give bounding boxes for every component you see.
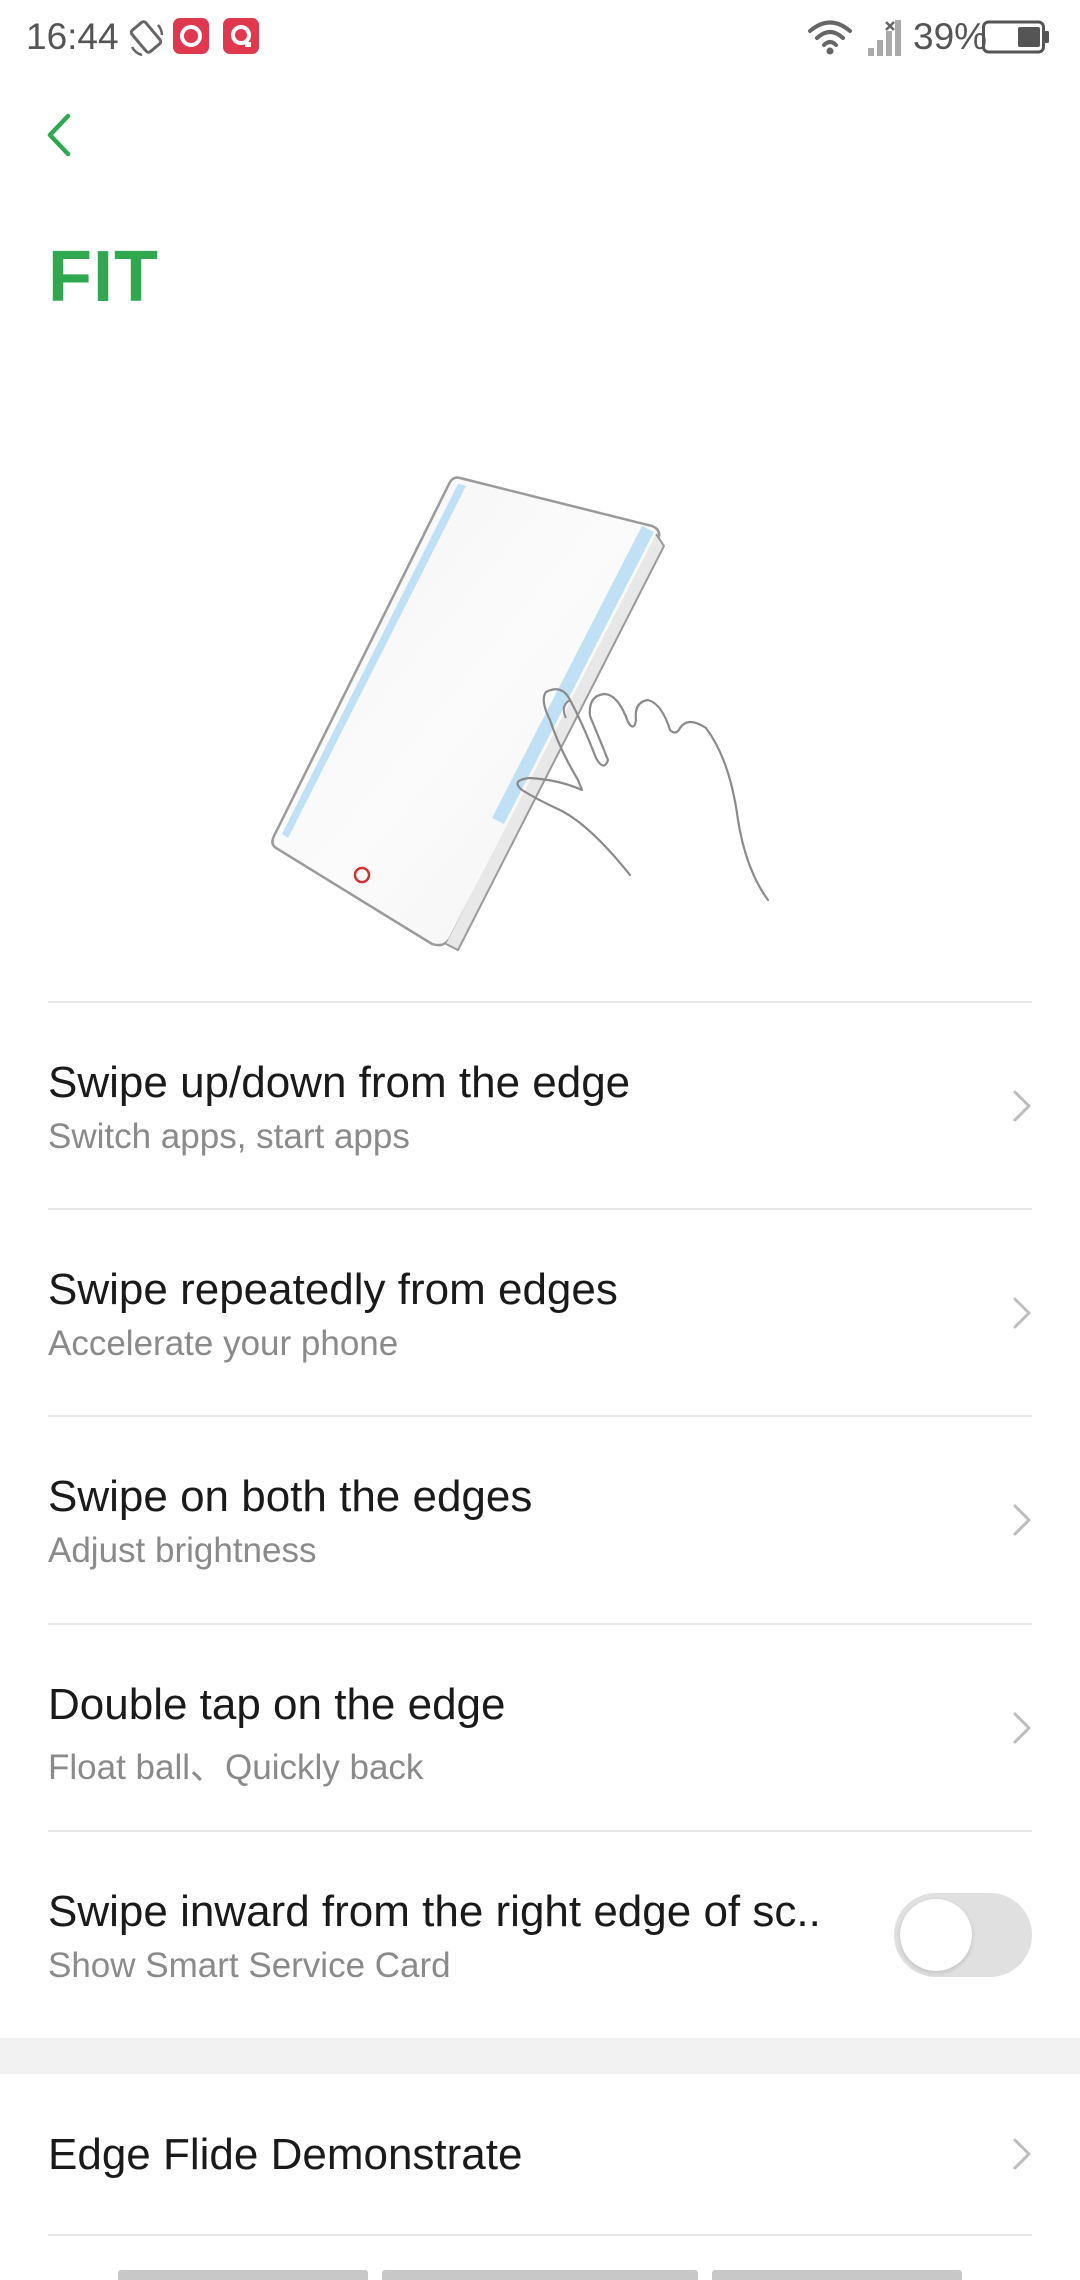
rotation-lock-icon: [128, 17, 164, 62]
section-gap: [0, 2038, 1080, 2074]
bottom-tab-hint: [118, 2270, 368, 2280]
chevron-right-icon: [1013, 1504, 1031, 1536]
divider: [48, 2234, 1032, 2236]
setting-swipe-repeatedly[interactable]: Swipe repeatedly from edges Accelerate y…: [0, 1209, 1080, 1415]
status-time: 16:44: [26, 16, 119, 57]
bottom-tab-hint: [712, 2270, 962, 2280]
phone-edge-swipe-illustration: [260, 460, 820, 960]
chevron-right-icon: [1013, 2138, 1031, 2170]
chevron-right-icon: [1013, 1297, 1031, 1329]
chevron-left-icon: [47, 113, 71, 157]
battery-icon: [982, 20, 1050, 59]
setting-subtitle: Show Smart Service Card: [48, 1946, 451, 1985]
toggle-knob: [900, 1899, 972, 1971]
setting-title: Double tap on the edge: [48, 1680, 506, 1729]
setting-title: Swipe inward from the right edge of sc..: [48, 1887, 821, 1936]
smart-service-card-toggle[interactable]: [894, 1893, 1032, 1977]
battery-percentage: 39%: [913, 16, 988, 57]
setting-title: Swipe up/down from the edge: [48, 1058, 631, 1107]
app-notification-icon: [222, 17, 260, 60]
setting-subtitle: Switch apps, start apps: [48, 1117, 410, 1156]
setting-subtitle: Float ball、Quickly back: [48, 1748, 424, 1787]
page-title: FIT: [48, 237, 159, 317]
setting-swipe-inward-right-edge: Swipe inward from the right edge of sc..…: [0, 1831, 1080, 2037]
setting-title: Swipe on both the edges: [48, 1472, 533, 1521]
setting-double-tap-edge[interactable]: Double tap on the edge Float ball、Quickl…: [0, 1624, 1080, 1830]
setting-swipe-both-edges[interactable]: Swipe on both the edges Adjust brightnes…: [0, 1416, 1080, 1622]
demo-title: Edge Flide Demonstrate: [48, 2130, 523, 2179]
setting-swipe-up-down[interactable]: Swipe up/down from the edge Switch apps,…: [0, 1002, 1080, 1208]
chevron-right-icon: [1013, 1712, 1031, 1744]
cellular-signal-icon: [866, 16, 906, 63]
bottom-tab-hint: [382, 2270, 698, 2280]
edge-slide-demo-item[interactable]: Edge Flide Demonstrate: [0, 2074, 1080, 2234]
app-notification-icon: [172, 17, 210, 60]
setting-subtitle: Adjust brightness: [48, 1531, 317, 1570]
back-button[interactable]: [36, 100, 86, 170]
screen: 16:44 39% FIT Swipe up/down from the edg…: [0, 0, 1080, 2280]
status-bar: 16:44 39%: [0, 0, 1080, 76]
chevron-right-icon: [1013, 1090, 1031, 1122]
setting-subtitle: Accelerate your phone: [48, 1324, 399, 1363]
wifi-icon: [806, 18, 854, 61]
setting-title: Swipe repeatedly from edges: [48, 1265, 618, 1314]
